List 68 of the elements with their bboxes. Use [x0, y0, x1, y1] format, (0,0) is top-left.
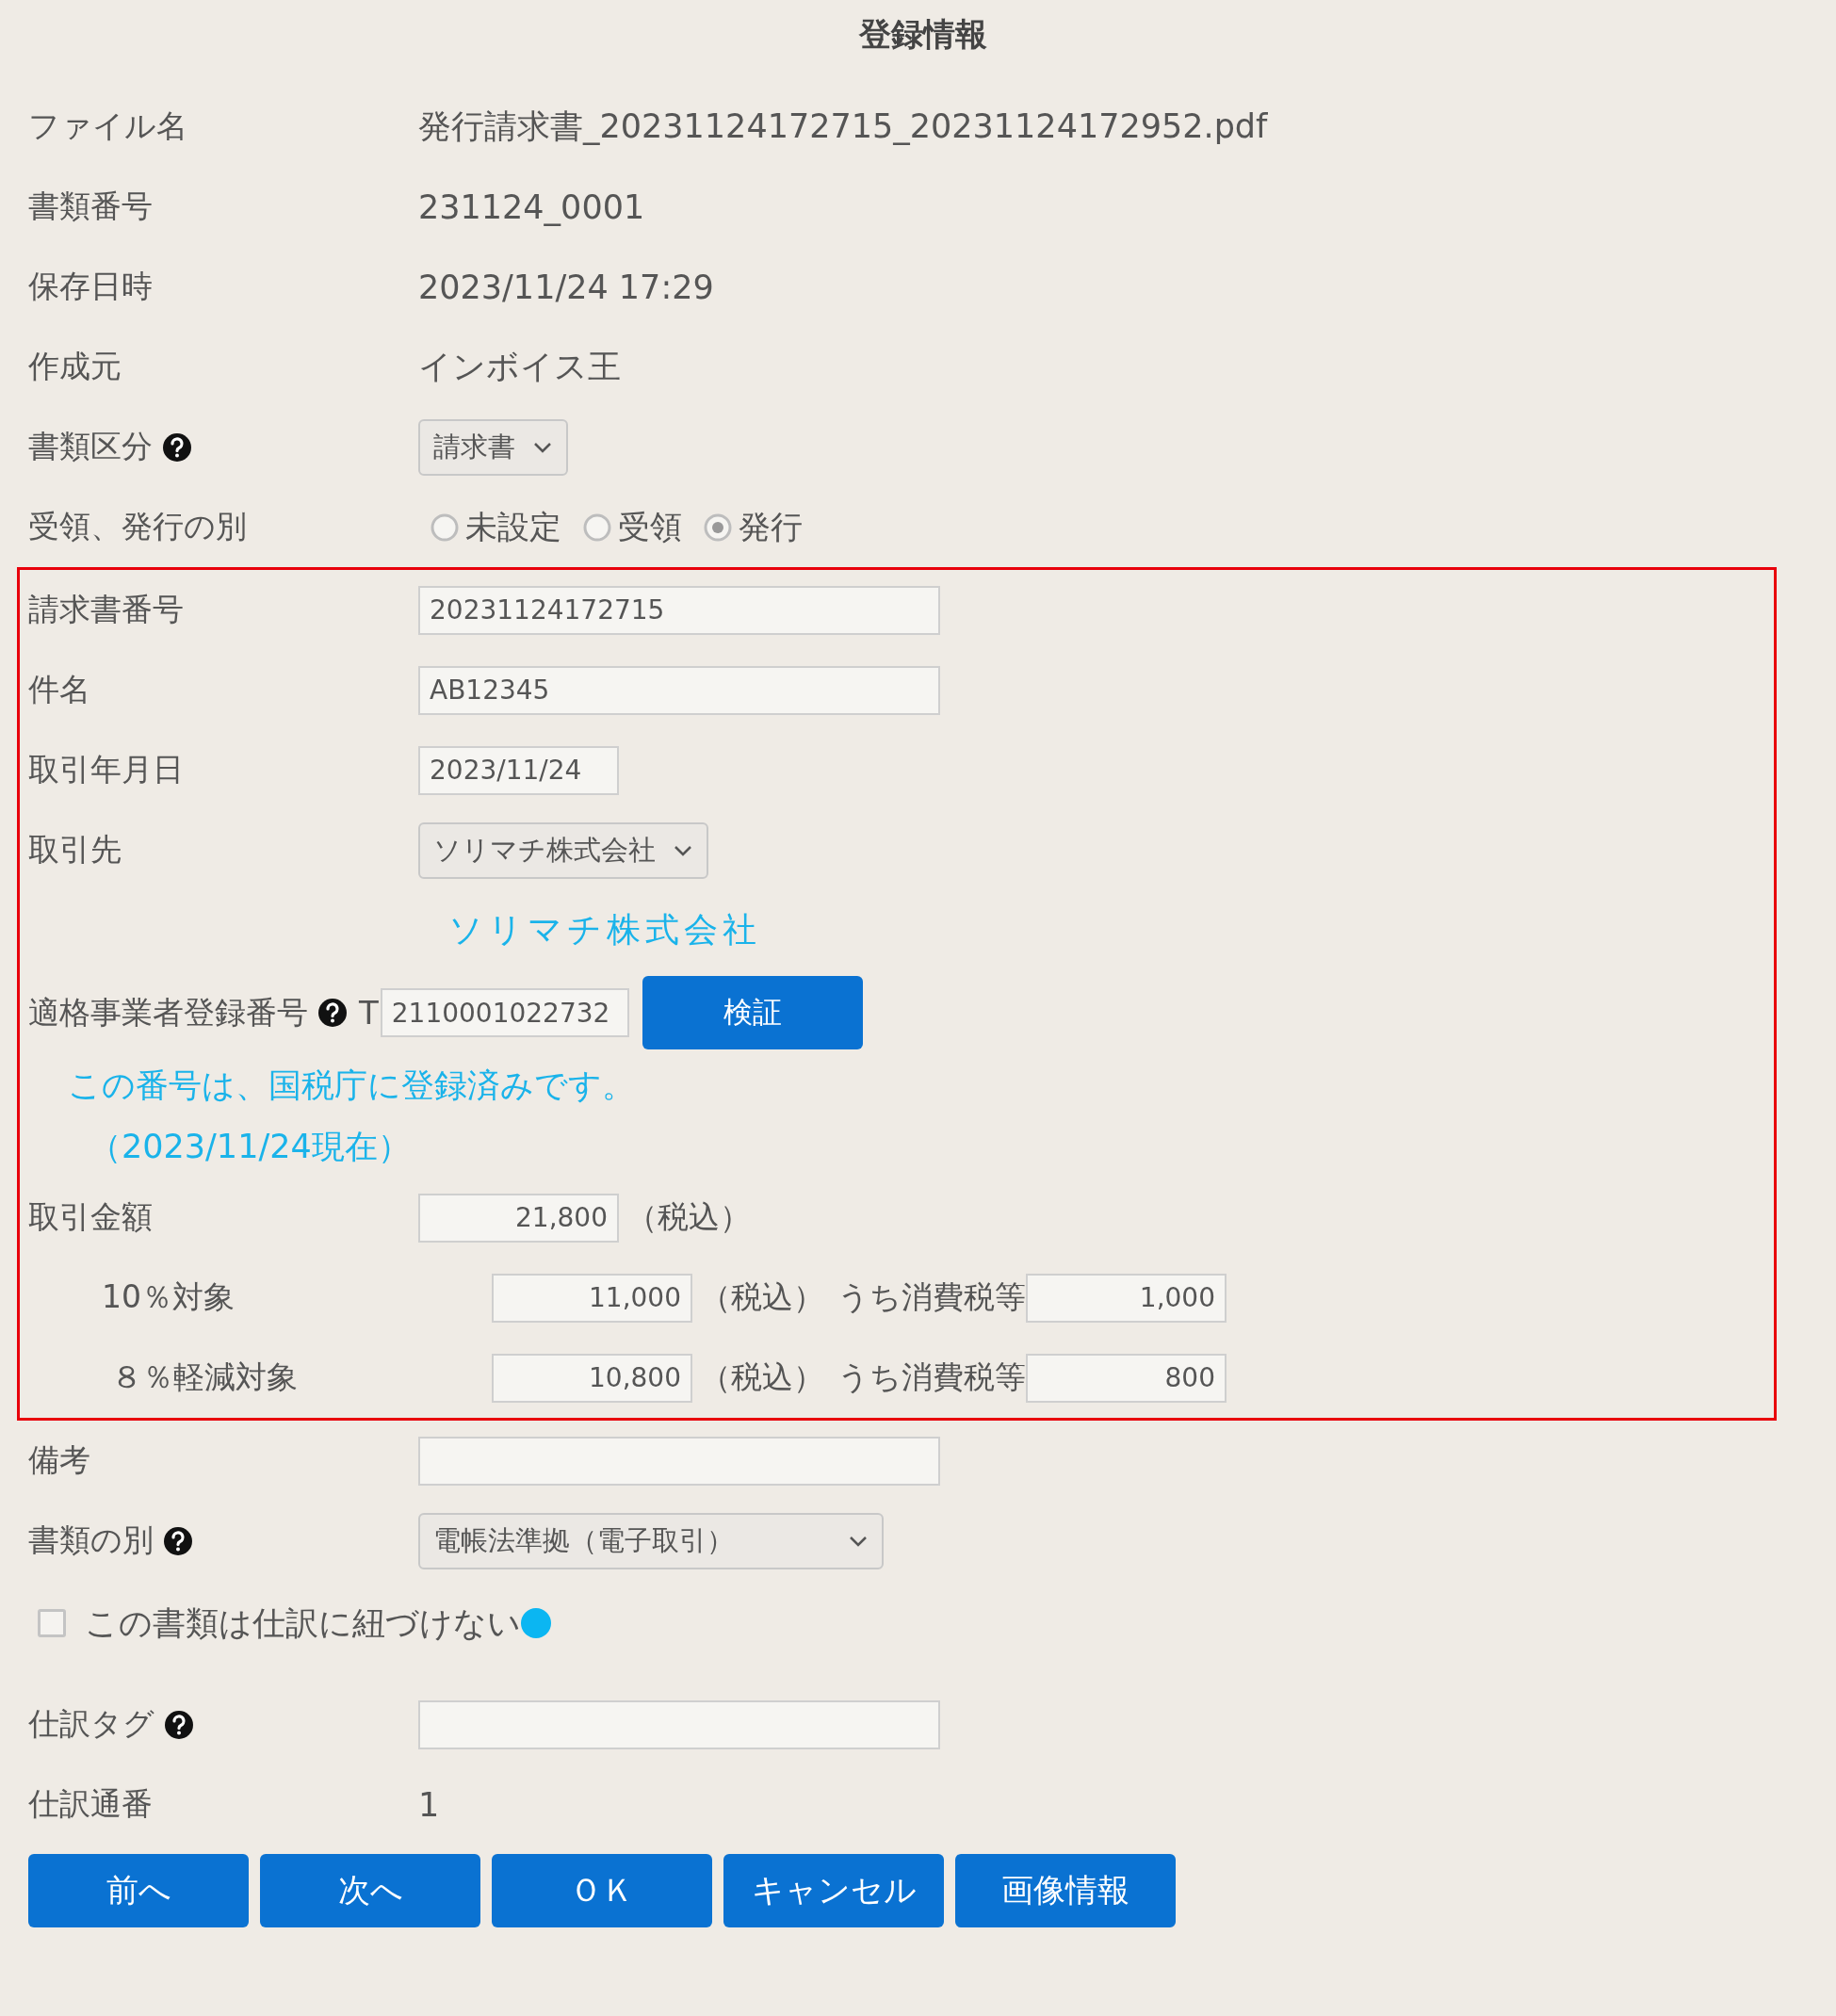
field-label: うち消費税等: [837, 1358, 1026, 1397]
tax-field[interactable]: 800: [1026, 1353, 1227, 1403]
field-label: 保存日時: [28, 267, 153, 306]
field-label: 適格事業者登録番号: [28, 992, 308, 1032]
input-field[interactable]: AB12345: [418, 665, 940, 715]
field-label: 書類区分: [28, 427, 153, 466]
tax-field[interactable]: 1,000: [1026, 1273, 1227, 1323]
checkbox-label: この書類は仕訳に紐づけない: [85, 1602, 521, 1644]
field-label: 取引年月日: [28, 750, 184, 789]
amount-field[interactable]: 21,800: [418, 1193, 619, 1243]
field-label: ファイル名: [28, 106, 187, 146]
radio-button[interactable]: [430, 512, 460, 543]
notice-text: この番号は、国税庁に登録済みです。: [68, 1065, 635, 1106]
field-label: 請求書番号: [28, 590, 184, 629]
help-icon[interactable]: [317, 998, 348, 1028]
note-text: （税込）: [700, 1277, 824, 1317]
field-value: 2023/11/24 17:29: [418, 268, 714, 306]
nav-button[interactable]: ＯＫ: [492, 1854, 712, 1927]
nav-button[interactable]: キャンセル: [723, 1854, 944, 1927]
amount-field[interactable]: 11,000: [492, 1273, 692, 1323]
field-label: 書類番号: [28, 187, 153, 226]
field-value: 231124_0001: [418, 187, 645, 226]
field-label: 取引金額: [28, 1197, 153, 1237]
chevron-down-icon: [848, 1534, 869, 1548]
dropdown[interactable]: 電帳法準拠（電子取引）: [418, 1512, 884, 1569]
radio-label: 発行: [739, 506, 803, 547]
field-value: インボイス王: [418, 347, 621, 387]
field-label: ８％軽減対象: [111, 1358, 298, 1397]
field-label: 作成元: [28, 347, 122, 386]
input-field[interactable]: [418, 1436, 940, 1486]
radio-button[interactable]: [582, 512, 612, 543]
field-value: 発行請求書_20231124172715_20231124172952.pdf: [418, 106, 1268, 147]
help-icon[interactable]: [164, 1709, 194, 1740]
radio-label: 受領: [618, 506, 682, 547]
amount-field[interactable]: 10,800: [492, 1353, 692, 1403]
help-icon[interactable]: [162, 431, 192, 463]
field-value: 1: [418, 1785, 440, 1824]
radio-label: 未設定: [465, 506, 561, 547]
nav-button[interactable]: 次へ: [260, 1854, 480, 1927]
dropdown[interactable]: ソリマチ株式会社: [418, 821, 708, 879]
verify-button[interactable]: 検証: [642, 976, 863, 1049]
field-label: 書類の別: [28, 1520, 154, 1560]
note-text: （税込）: [626, 1197, 751, 1237]
date-field[interactable]: 2023/11/24: [418, 745, 619, 795]
field-label: 備考: [28, 1440, 90, 1480]
field-label: 仕訳通番: [28, 1784, 153, 1824]
input-field[interactable]: [418, 1699, 940, 1749]
dialog-title: 登録情報: [857, 14, 988, 55]
help-icon[interactable]: [163, 1525, 193, 1556]
field-label: 取引先: [28, 830, 122, 870]
field-label: うち消費税等: [837, 1277, 1026, 1317]
field-label: 件名: [28, 670, 90, 709]
nav-button[interactable]: 前へ: [28, 1854, 249, 1927]
chevron-down-icon: [532, 440, 553, 454]
radio-button[interactable]: [703, 512, 733, 543]
field-label: 受領、発行の別: [28, 507, 247, 546]
field-label: 仕訳タグ: [28, 1704, 154, 1744]
note-text: （税込）: [700, 1358, 824, 1397]
info-dot-icon[interactable]: [521, 1608, 551, 1638]
prefix-text: T: [359, 994, 379, 1032]
input-field[interactable]: 2110001022732: [380, 988, 629, 1037]
notice-text: （2023/11/24現在）: [89, 1127, 411, 1167]
field-label: 10％対象: [102, 1277, 235, 1317]
input-field[interactable]: 20231124172715: [418, 585, 940, 635]
dropdown[interactable]: 請求書: [418, 418, 568, 476]
nav-button[interactable]: 画像情報: [955, 1854, 1176, 1927]
checkbox[interactable]: [38, 1609, 66, 1637]
chevron-down-icon: [673, 843, 693, 857]
